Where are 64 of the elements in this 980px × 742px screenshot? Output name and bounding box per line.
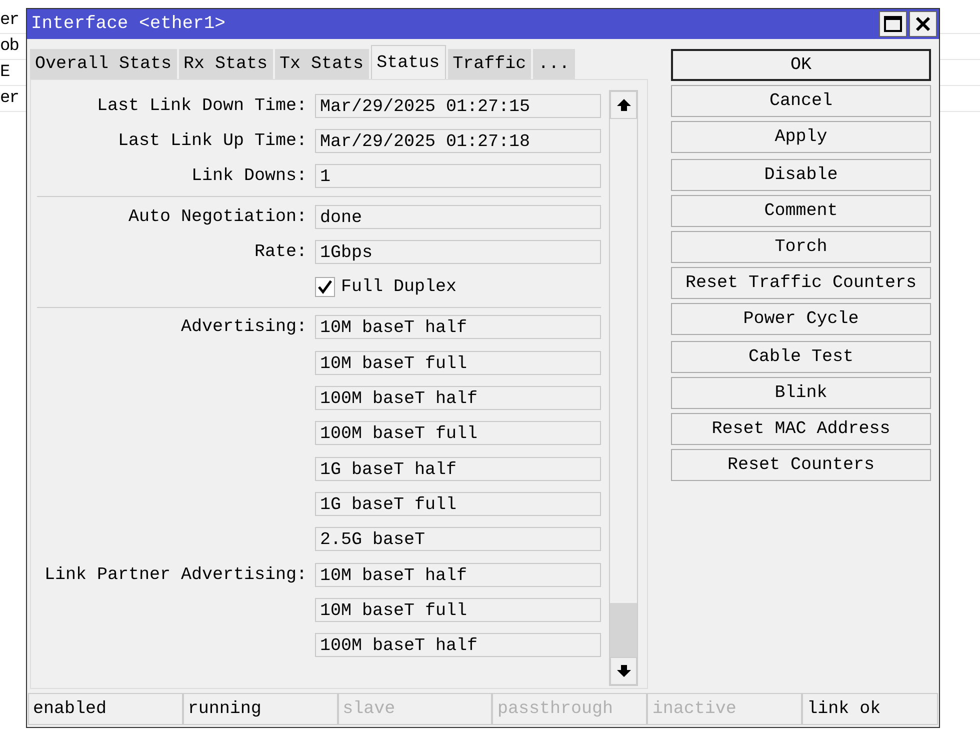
value-field[interactable]: 1Gbps xyxy=(315,240,601,264)
down-arrow-icon xyxy=(616,665,630,677)
action-button[interactable]: Reset Counters xyxy=(671,449,931,481)
status-cell: enabled xyxy=(28,693,183,725)
checkmark-icon xyxy=(317,279,333,296)
checkbox-label: Full Duplex xyxy=(341,277,457,298)
action-button[interactable]: Comment xyxy=(671,195,931,227)
action-button[interactable]: Cancel xyxy=(671,85,931,117)
value-field[interactable]: 1G baseT half xyxy=(315,456,601,481)
status-cell: running xyxy=(182,693,338,725)
table-cell: ob xyxy=(0,37,18,56)
value-field[interactable]: 10M baseT half xyxy=(315,562,601,586)
field-label: Auto Negotiation: xyxy=(128,206,307,227)
tab[interactable]: Rx Stats xyxy=(178,49,273,79)
close-button[interactable] xyxy=(909,11,937,37)
status-cell: passthrough xyxy=(492,693,648,725)
field-label: Last Link Down Time: xyxy=(96,96,307,116)
value-field[interactable]: 100M baseT full xyxy=(315,421,601,446)
up-arrow-icon xyxy=(616,99,630,111)
field-label: Advertising: xyxy=(180,317,307,338)
field-label: Link Partner Advertising: xyxy=(44,564,307,584)
action-button[interactable]: Power Cycle xyxy=(671,303,931,335)
status-cell: inactive xyxy=(647,693,802,725)
action-button[interactable]: Apply xyxy=(671,121,931,153)
action-button[interactable]: Cable Test xyxy=(671,341,931,373)
action-button[interactable]: Reset Traffic Counters xyxy=(671,267,931,299)
value-field[interactable]: Mar/29/2025 01:27:18 xyxy=(315,128,601,153)
value-field[interactable]: 100M baseT half xyxy=(315,633,601,658)
maximize-icon xyxy=(883,15,903,33)
action-button[interactable]: OK xyxy=(671,49,931,81)
table-cell: E xyxy=(0,63,10,82)
scroll-down-button[interactable] xyxy=(610,657,637,685)
tab[interactable]: ... xyxy=(533,49,575,79)
tab[interactable]: Overall Stats xyxy=(30,49,177,79)
value-field[interactable]: 100M baseT half xyxy=(315,386,601,410)
action-button[interactable]: Disable xyxy=(671,159,931,191)
scrollbar-thumb[interactable] xyxy=(610,603,637,657)
scroll-up-button[interactable] xyxy=(610,91,637,119)
value-field[interactable]: 10M baseT full xyxy=(315,598,601,622)
value-field[interactable]: 2.5G baseT xyxy=(315,527,601,552)
action-button[interactable]: Torch xyxy=(671,231,931,263)
table-cell: er xyxy=(0,11,18,30)
table-cell: er xyxy=(0,89,18,108)
value-field[interactable]: done xyxy=(315,204,601,229)
window-title: Interface <ether1> xyxy=(31,14,226,34)
status-cell: slave xyxy=(338,693,492,725)
status-cell: link ok xyxy=(802,693,938,725)
value-field[interactable]: Mar/29/2025 01:27:15 xyxy=(315,94,601,118)
field-label: Rate: xyxy=(254,242,307,262)
tab[interactable]: Traffic xyxy=(448,49,532,79)
value-field[interactable]: 1G baseT full xyxy=(315,492,601,516)
scrollbar[interactable] xyxy=(609,90,638,686)
action-button[interactable]: Reset MAC Address xyxy=(671,413,931,445)
field-label: Last Link Up Time: xyxy=(118,130,307,151)
value-field[interactable]: 10M baseT half xyxy=(315,315,601,340)
checkbox[interactable] xyxy=(315,277,335,298)
value-field[interactable]: 10M baseT full xyxy=(315,350,601,375)
tab[interactable]: Tx Stats xyxy=(274,49,369,79)
value-field[interactable]: 1 xyxy=(315,164,601,188)
close-icon xyxy=(915,16,931,32)
maximize-button[interactable] xyxy=(879,11,907,37)
tab[interactable]: Status xyxy=(370,45,446,79)
field-label: Link Downs: xyxy=(191,166,307,186)
action-button[interactable]: Blink xyxy=(671,377,931,409)
